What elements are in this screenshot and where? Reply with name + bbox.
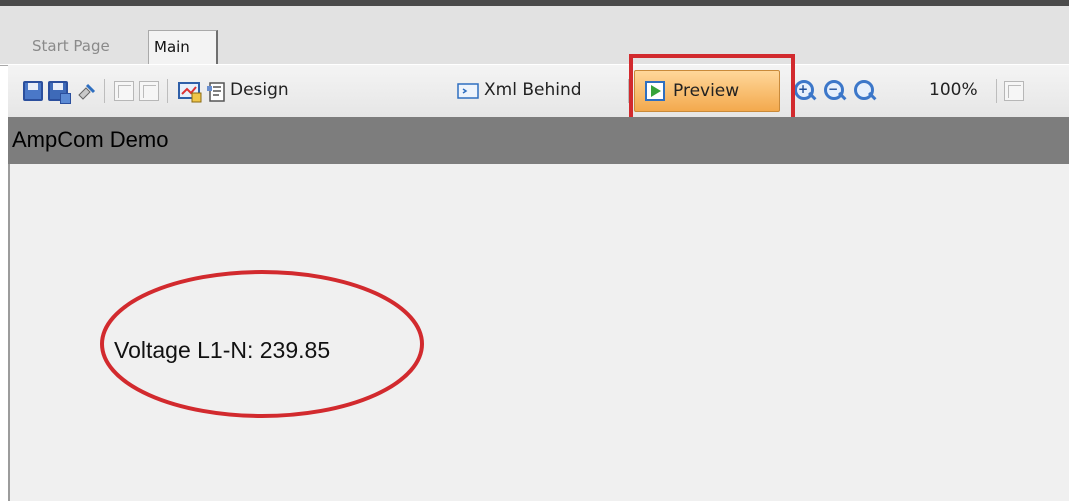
tab-main[interactable]: Main <box>148 30 218 64</box>
disabled-toggle-icon[interactable] <box>114 81 134 101</box>
voltage-readout: Voltage L1-N: 239.85 <box>114 337 331 363</box>
design-button[interactable]: Design <box>230 77 289 103</box>
tool-icon[interactable] <box>76 81 96 101</box>
disabled-grid-icon[interactable] <box>1004 81 1024 101</box>
save-icon[interactable] <box>23 81 43 101</box>
document-tab-bar: Start Page Main <box>0 6 1069 66</box>
designer-toolbar: Design Xml Behind + − 100% <box>8 65 1069 117</box>
zoom-level[interactable]: 100% <box>929 77 978 103</box>
toolbar-separator <box>104 79 105 103</box>
document-icon[interactable] <box>206 81 226 102</box>
zoom-fit-icon[interactable] <box>854 80 877 102</box>
app-title-bar: AmpCom Demo <box>8 117 1069 164</box>
disabled-copy-icon[interactable] <box>139 81 159 101</box>
save-all-icon[interactable] <box>48 81 71 104</box>
xml-behind-button[interactable]: Xml Behind <box>484 77 582 103</box>
xml-icon[interactable] <box>457 81 479 101</box>
zoom-out-icon[interactable]: − <box>824 80 847 102</box>
app-title: AmpCom Demo <box>12 127 169 152</box>
tab-start-page[interactable]: Start Page <box>27 30 145 64</box>
properties-icon[interactable] <box>178 81 202 103</box>
zoom-in-icon[interactable]: + <box>794 80 817 102</box>
toolbar-separator <box>996 79 997 103</box>
toolbar-separator <box>167 79 168 103</box>
